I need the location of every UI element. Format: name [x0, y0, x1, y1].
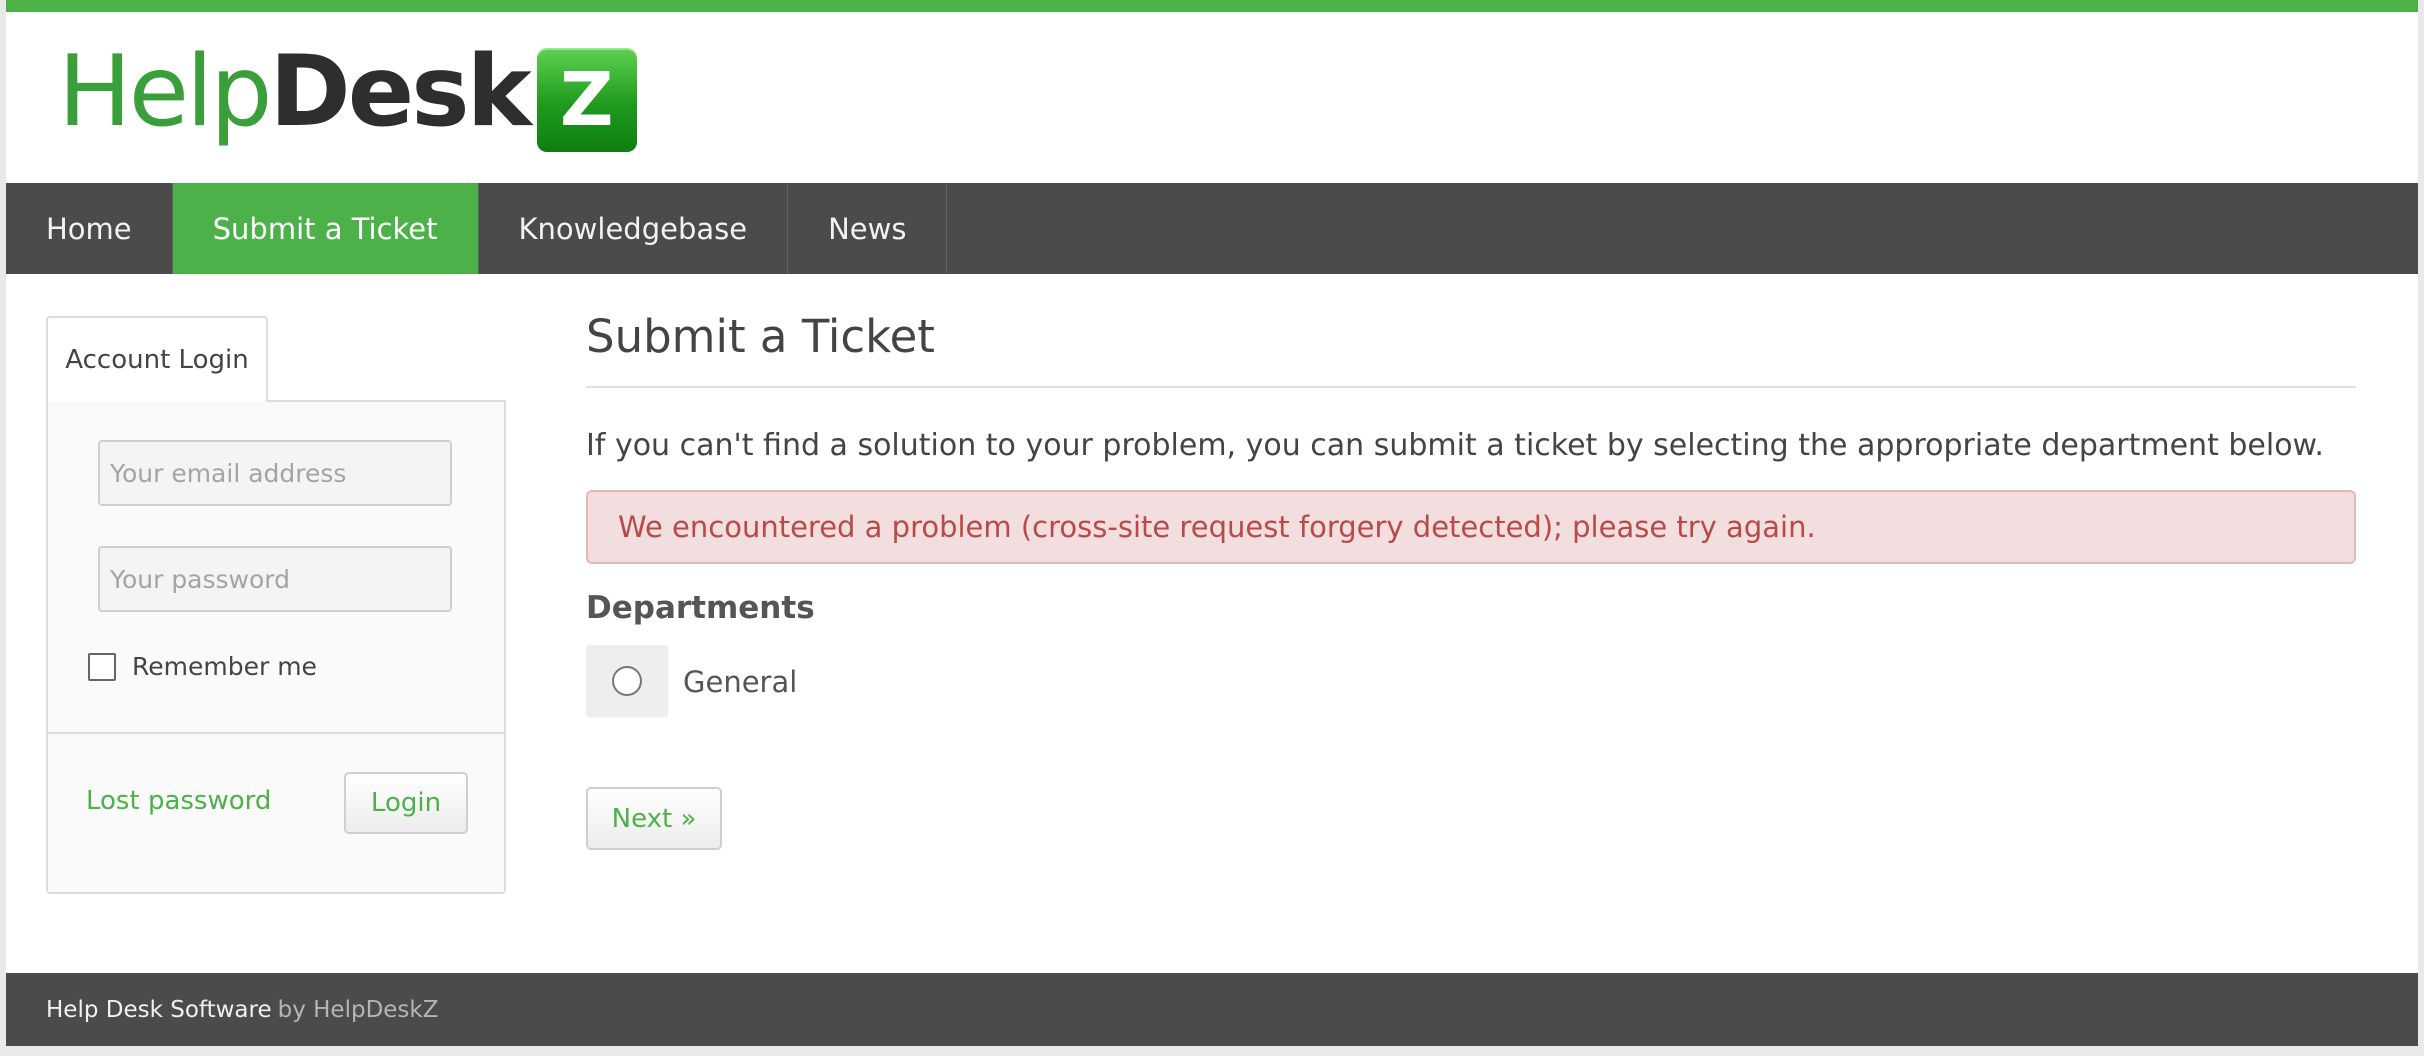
- next-button[interactable]: Next »: [586, 787, 722, 850]
- password-field[interactable]: [98, 546, 452, 612]
- nav-item-knowledgebase[interactable]: Knowledgebase: [479, 183, 789, 274]
- logo-z-badge: Z: [536, 47, 637, 152]
- departments-heading: Departments: [586, 590, 815, 626]
- nav-item-home[interactable]: Home: [6, 183, 173, 274]
- lost-password-link[interactable]: Lost password: [86, 786, 271, 816]
- error-alert: We encountered a problem (cross-site req…: [586, 490, 2356, 564]
- remember-me-row: Remember me: [88, 652, 317, 681]
- tab-account-login[interactable]: Account Login: [46, 316, 268, 402]
- nav-item-submit-ticket[interactable]: Submit a Ticket: [172, 183, 479, 274]
- logo-help-text: Help: [58, 34, 272, 149]
- logo-desk-text: Desk: [269, 34, 531, 149]
- top-accent-bar: [6, 0, 2418, 12]
- department-general-label[interactable]: General: [683, 665, 797, 699]
- department-general-radio[interactable]: [612, 666, 642, 696]
- footer: Help Desk Software by HelpDeskZ: [6, 973, 2418, 1046]
- department-radio-container[interactable]: [586, 645, 668, 717]
- page-title: Submit a Ticket: [586, 310, 935, 363]
- footer-software-link[interactable]: Help Desk Software: [46, 997, 272, 1023]
- nav-item-news[interactable]: News: [788, 183, 948, 274]
- login-button[interactable]: Login: [344, 772, 468, 834]
- remember-me-checkbox[interactable]: [88, 652, 116, 681]
- login-divider: [48, 732, 504, 734]
- title-divider: [586, 386, 2356, 388]
- helpdeskz-logo[interactable]: Help Desk Z: [58, 42, 637, 152]
- page-frame: Help Desk Z Home Submit a Ticket Knowled…: [6, 0, 2418, 1046]
- account-login-panel: Remember me Lost password Login: [46, 400, 506, 894]
- main-navigation: Home Submit a Ticket Knowledgebase News: [6, 183, 2418, 274]
- email-field[interactable]: [98, 440, 452, 506]
- remember-me-label[interactable]: Remember me: [132, 652, 317, 681]
- error-message: We encountered a problem (cross-site req…: [618, 510, 1816, 544]
- footer-by-text: by HelpDeskZ: [277, 996, 439, 1023]
- intro-text: If you can't find a solution to your pro…: [586, 428, 2324, 463]
